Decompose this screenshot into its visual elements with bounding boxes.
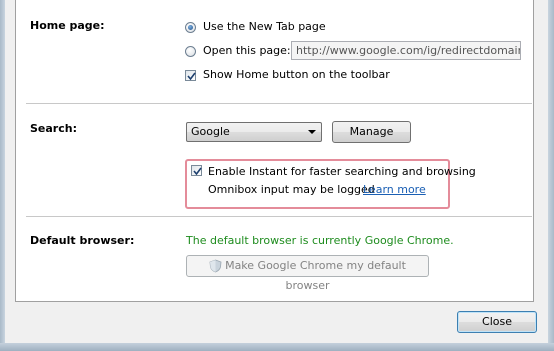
home-page-label: Home page: (30, 19, 105, 32)
close-button[interactable]: Close (457, 311, 537, 333)
search-engine-selected: Google (191, 125, 230, 138)
make-default-browser-button[interactable]: Make Google Chrome my default browser (186, 255, 429, 292)
radio-new-tab[interactable] (185, 22, 196, 33)
section-divider (26, 216, 532, 217)
show-home-button-checkbox[interactable] (185, 70, 196, 81)
options-dialog: Home page: Use the New Tab page Open thi… (5, 0, 548, 343)
show-home-button-label[interactable]: Show Home button on the toolbar (203, 68, 390, 81)
section-divider (26, 103, 532, 104)
search-engine-dropdown[interactable]: Google (186, 122, 322, 142)
learn-more-link[interactable]: Learn more (363, 183, 426, 196)
search-label: Search: (30, 122, 77, 135)
default-browser-label: Default browser: (30, 234, 135, 247)
radio-new-tab-label[interactable]: Use the New Tab page (203, 20, 326, 33)
radio-selected-dot (188, 25, 193, 30)
options-panel: Home page: Use the New Tab page Open thi… (15, 0, 534, 302)
chevron-down-icon (308, 130, 316, 134)
window-frame-right (548, 0, 554, 351)
radio-open-page[interactable] (185, 46, 196, 57)
checkmark-icon (193, 167, 202, 176)
shield-icon (209, 259, 222, 273)
omnibox-note: Omnibox input may be logged (208, 183, 375, 196)
default-browser-status: The default browser is currently Google … (186, 234, 454, 247)
checkmark-icon (187, 72, 196, 81)
window-frame-bottom (0, 343, 554, 351)
enable-instant-label[interactable]: Enable Instant for faster searching and … (208, 165, 476, 178)
radio-open-page-label[interactable]: Open this page: (203, 44, 291, 57)
make-default-browser-label: Make Google Chrome my default browser (225, 259, 406, 292)
enable-instant-checkbox[interactable] (191, 165, 202, 176)
home-page-url-field[interactable]: http://www.google.com/ig/redirectdomain?… (291, 41, 521, 60)
manage-search-engines-button[interactable]: Manage (332, 121, 411, 143)
